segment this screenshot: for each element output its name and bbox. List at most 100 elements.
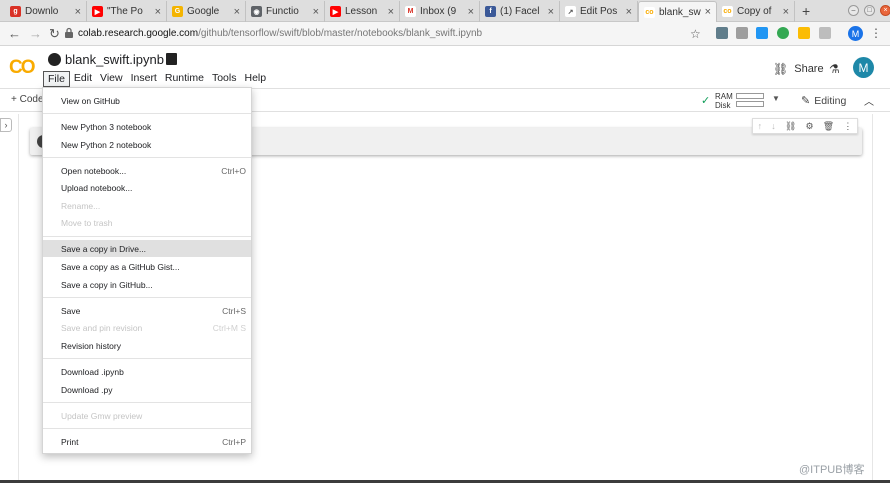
add-code-button[interactable]: + Code [11,94,44,105]
tab-label: Functio [266,6,299,17]
disk-bar [736,101,764,107]
address-bar: ← → ↻ colab.research.google.com/github/t… [0,22,890,46]
move-up-icon[interactable]: ↑ [758,121,763,131]
url-path: /github/tensorflow/swift/blob/master/not… [198,28,483,39]
tab-favicon-icon: M [405,6,416,17]
extension-icon[interactable] [736,27,748,39]
browser-tab[interactable]: G Google × [167,1,246,22]
tab-label: Downlo [25,6,59,17]
menu-runtime[interactable]: Runtime [161,71,208,87]
menu-item-upload-notebook[interactable]: Upload notebook... [43,179,251,196]
menu-item-new-python3[interactable]: New Python 3 notebook [43,118,251,135]
resource-monitor[interactable]: RAM Disk [715,92,733,110]
sidebar-toggle-icon[interactable]: › [0,118,12,132]
tab-label: "The Po [107,6,143,17]
chevron-down-icon[interactable]: ▼ [772,94,780,103]
move-down-icon[interactable]: ↓ [771,121,776,131]
more-icon[interactable]: ⋮ [843,121,852,132]
notebook-title[interactable]: blank_swift.ipynb [48,52,164,67]
tab-label: (1) Facel [500,6,540,17]
menu-item-move-to-trash: Move to trash [61,217,113,228]
menu-view[interactable]: View [96,71,127,87]
close-icon[interactable]: × [705,6,711,18]
menu-item-rename: Rename... [61,200,101,211]
close-icon[interactable]: × [548,6,554,18]
extension-icon[interactable] [716,27,728,39]
close-window-icon[interactable]: × [880,5,890,16]
menu-item-open-notebook[interactable]: Open notebook... Ctrl+O [43,162,251,179]
flask-icon[interactable]: ⚗ [829,62,840,76]
browser-tab[interactable]: M Inbox (9 × [400,1,480,22]
new-tab-button[interactable]: + [802,3,810,19]
menu-file[interactable]: File [43,71,70,87]
forward-arrow-icon[interactable]: → [29,26,42,41]
avatar[interactable]: M [853,57,874,78]
url-field[interactable]: colab.research.google.com/github/tensorf… [78,28,482,39]
menu-item-new-python2[interactable]: New Python 2 notebook [43,136,251,153]
extension-icon[interactable] [798,27,810,39]
menu-item-download-py[interactable]: Download .py [43,381,251,398]
link-icon[interactable]: ⛓ [785,121,796,132]
tab-favicon-icon: G [172,6,183,17]
close-icon[interactable]: × [313,6,319,18]
chevron-up-icon[interactable]: ︿ [864,93,874,108]
trash-icon[interactable]: 🗑 [823,121,834,132]
editing-mode-button[interactable]: ✎ Editing [801,94,846,108]
menu-item-save[interactable]: Save Ctrl+S [43,302,251,319]
menu-tools[interactable]: Tools [208,71,241,87]
url-host: colab.research.google.com [78,28,199,39]
browser-tab[interactable]: g Downlo × [5,1,87,22]
browser-tab[interactable]: ↗ Edit Pos × [560,1,638,22]
reload-icon[interactable]: ↻ [49,26,60,42]
close-icon[interactable]: × [234,6,240,18]
bookmark-star-icon[interactable]: ☆ [690,27,701,41]
close-icon[interactable]: × [75,6,81,18]
close-icon[interactable]: × [626,6,632,18]
maximize-icon[interactable]: □ [864,5,875,16]
browser-tab[interactable]: ◉ Functio × [246,1,325,22]
close-icon[interactable]: × [388,6,394,18]
menu-item-save-copy-gist[interactable]: Save a copy as a GitHub Gist... [43,258,251,275]
browser-profile-avatar[interactable]: M [848,26,863,41]
back-arrow-icon[interactable]: ← [8,26,21,41]
drive-icon[interactable] [166,53,177,65]
ram-label: RAM [715,92,733,101]
gear-icon[interactable]: ⚙ [806,121,814,132]
close-icon[interactable]: × [155,6,161,18]
connected-check-icon: ✓ [701,95,711,107]
browser-tab[interactable]: ▶ "The Po × [87,1,167,22]
menu-item-save-pin-revision: Save and pin revision Ctrl+M S [61,322,246,333]
browser-tab[interactable]: ▶ Lesson × [325,1,400,22]
browser-tab-active[interactable]: co blank_sw × [638,1,717,22]
extension-icon[interactable] [819,27,831,39]
minimize-icon[interactable]: – [848,5,859,16]
menu-edit[interactable]: Edit [70,71,96,87]
menu-insert[interactable]: Insert [127,71,161,87]
menu-item-print[interactable]: Print Ctrl+P [43,433,251,450]
extension-icon[interactable] [756,27,768,39]
tab-favicon-icon: ◉ [251,6,262,17]
browser-tab[interactable]: co Copy of × [717,1,795,22]
tab-favicon-icon: ▶ [92,6,103,17]
tab-label: Lesson [345,6,378,17]
browser-tab[interactable]: f (1) Facel × [480,1,560,22]
close-icon[interactable]: × [468,6,474,18]
tab-label: blank_sw [659,6,701,18]
menu-item-download-ipynb[interactable]: Download .ipynb [43,363,251,380]
tab-favicon-icon: f [485,6,496,17]
share-button[interactable]: ⛓ Share [773,62,824,76]
browser-menu-icon[interactable]: ⋮ [870,26,882,40]
colab-logo[interactable]: CO [9,57,35,79]
menu-help[interactable]: Help [240,71,270,87]
pencil-icon: ✎ [801,95,811,107]
menu-item-revision-history[interactable]: Revision history [43,337,251,354]
menu-item-save-copy-drive[interactable]: Save a copy in Drive... [43,240,251,257]
menu-item-save-copy-github[interactable]: Save a copy in GitHub... [43,276,251,293]
menu-item-view-on-github[interactable]: View on GitHub [43,92,251,109]
tab-favicon-icon: g [10,6,21,17]
tab-favicon-icon: co [722,6,733,17]
link-icon: ⛓ [773,62,789,76]
extension-icon[interactable] [777,27,789,39]
github-icon [48,53,61,66]
close-icon[interactable]: × [783,6,789,18]
